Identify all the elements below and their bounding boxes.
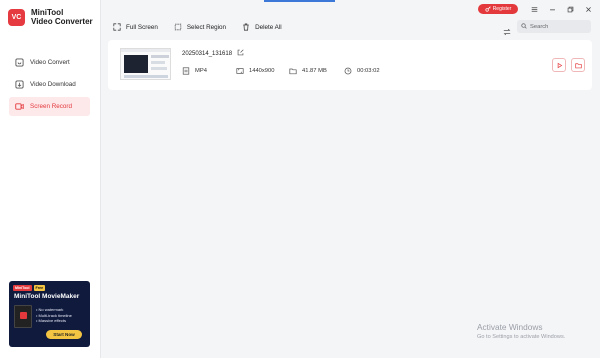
recording-item[interactable]: 20250314_131618 MP4 1440x900 41.87 MB 00… bbox=[108, 40, 592, 90]
search-placeholder: Search bbox=[530, 23, 549, 30]
record-icon bbox=[15, 102, 24, 111]
close-icon[interactable] bbox=[584, 5, 592, 13]
sidebar-item-video-convert[interactable]: Video Convert bbox=[9, 53, 90, 72]
ad-badge-free: Free bbox=[33, 285, 46, 291]
open-folder-button[interactable] bbox=[571, 58, 585, 72]
register-label: Register bbox=[492, 6, 512, 12]
recording-filename: 20250314_131618 bbox=[182, 49, 244, 58]
select-region-label: Select Region bbox=[186, 23, 227, 31]
region-select-icon bbox=[174, 23, 182, 31]
delete-all-button[interactable]: Delete All bbox=[242, 23, 282, 31]
folder-icon bbox=[289, 67, 297, 75]
ad-features: No watermark Multi-track timeline Massiv… bbox=[36, 307, 72, 324]
delete-all-label: Delete All bbox=[255, 23, 282, 31]
sidebar-item-video-download[interactable]: Video Download bbox=[9, 75, 90, 94]
search-icon bbox=[521, 22, 527, 31]
activate-windows-watermark: Activate Windows Go to Settings to activ… bbox=[477, 322, 565, 340]
file-name-text: 20250314_131618 bbox=[182, 50, 233, 57]
ad-badge-brand: MiniTool bbox=[13, 285, 32, 291]
watermark-title: Activate Windows bbox=[477, 322, 543, 332]
full-screen-button[interactable]: Full Screen bbox=[113, 23, 158, 31]
duration-value: 00:03:02 bbox=[357, 68, 380, 74]
resolution-info: 1440x900 bbox=[236, 67, 274, 75]
sidebar-item-label: Screen Record bbox=[30, 103, 72, 110]
product-box-image bbox=[14, 305, 32, 328]
app-name: MiniTool Video Converter bbox=[31, 8, 93, 26]
select-region-button[interactable]: Select Region bbox=[174, 23, 226, 31]
trash-icon bbox=[242, 23, 250, 31]
play-icon bbox=[557, 62, 562, 68]
format-info: MP4 bbox=[182, 67, 207, 75]
sidebar-item-label: Video Convert bbox=[30, 59, 70, 66]
restore-icon[interactable] bbox=[566, 5, 574, 13]
ad-badge: MiniTool Free bbox=[13, 285, 46, 291]
play-button[interactable] bbox=[552, 58, 566, 72]
sort-icon[interactable] bbox=[503, 23, 511, 36]
sidebar-item-label: Video Download bbox=[30, 81, 76, 88]
window-controls: Register bbox=[478, 4, 592, 14]
app-name-line2: Video Converter bbox=[31, 17, 93, 26]
duration-info: 00:03:02 bbox=[344, 67, 380, 75]
ad-title: MiniTool MovieMaker bbox=[14, 293, 80, 300]
sidebar: VC MiniTool Video Converter Video Conver… bbox=[0, 0, 101, 358]
watermark-subtitle: Go to Settings to activate Windows. bbox=[477, 334, 566, 340]
minimize-icon[interactable] bbox=[548, 5, 556, 13]
full-screen-label: Full Screen bbox=[126, 23, 158, 31]
start-now-button[interactable]: Start Now bbox=[46, 330, 82, 339]
video-convert-icon bbox=[15, 58, 24, 67]
search-input[interactable]: Search bbox=[517, 20, 591, 33]
key-icon bbox=[485, 6, 491, 12]
sidebar-nav: Video Convert Video Download Screen Reco… bbox=[9, 53, 90, 119]
record-toolbar: Full Screen Select Region Delete All bbox=[113, 23, 282, 31]
file-format-icon bbox=[182, 67, 190, 75]
sidebar-item-screen-record[interactable]: Screen Record bbox=[9, 97, 90, 116]
format-value: MP4 bbox=[195, 68, 207, 74]
clock-icon bbox=[344, 67, 352, 75]
download-icon bbox=[15, 80, 24, 89]
top-progress-indicator bbox=[264, 0, 335, 2]
app-logo: VC MiniTool Video Converter bbox=[8, 8, 93, 26]
size-info: 41.87 MB bbox=[289, 67, 327, 75]
logo-badge: VC bbox=[8, 8, 25, 26]
app-name-line1: MiniTool bbox=[31, 8, 64, 17]
recording-thumbnail[interactable] bbox=[120, 48, 171, 80]
folder-icon bbox=[574, 62, 582, 68]
ad-feature: Massive effects bbox=[36, 318, 72, 324]
resolution-icon bbox=[236, 67, 244, 75]
menu-icon[interactable] bbox=[530, 5, 538, 13]
moviemaker-ad-banner[interactable]: MiniTool Free MiniTool MovieMaker No wat… bbox=[9, 281, 90, 347]
register-button[interactable]: Register bbox=[478, 4, 518, 14]
size-value: 41.87 MB bbox=[302, 68, 327, 74]
resolution-value: 1440x900 bbox=[249, 68, 275, 74]
edit-icon[interactable] bbox=[237, 49, 244, 58]
expand-icon bbox=[113, 23, 121, 31]
